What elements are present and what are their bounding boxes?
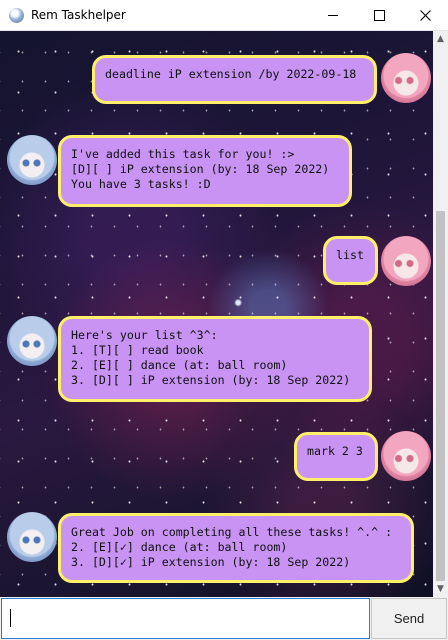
scroll-up-icon[interactable]: ▲ xyxy=(433,31,448,47)
bot-message: Great Job on completing all these tasks!… xyxy=(58,513,414,583)
maximize-button[interactable] xyxy=(356,0,402,31)
vertical-scrollbar[interactable]: ▲ ▼ xyxy=(433,31,448,597)
minimize-button[interactable] xyxy=(310,0,356,31)
scroll-thumb[interactable] xyxy=(436,211,445,581)
bot-message: Here's your list ^3^: 1. [T][ ] read boo… xyxy=(58,316,372,402)
user-message: list xyxy=(323,236,378,285)
user-avatar xyxy=(381,431,431,481)
close-button[interactable] xyxy=(402,0,448,31)
send-button[interactable]: Send xyxy=(371,598,447,639)
bot-avatar xyxy=(7,512,57,562)
input-area: Send xyxy=(0,597,448,640)
message-input[interactable] xyxy=(1,598,370,639)
text-caret xyxy=(10,609,11,627)
close-icon xyxy=(419,10,431,21)
scroll-down-icon[interactable]: ▼ xyxy=(433,581,448,597)
app-icon xyxy=(9,8,24,23)
user-avatar xyxy=(381,236,431,286)
bot-avatar xyxy=(7,316,57,366)
user-avatar xyxy=(381,53,431,103)
title-bar: Rem Taskhelper xyxy=(0,0,448,31)
window-title: Rem Taskhelper xyxy=(31,8,126,22)
user-message: deadline iP extension /by 2022-09-18 xyxy=(92,55,377,104)
bot-message: I've added this task for you! :> [D][ ] … xyxy=(58,135,352,207)
bot-avatar xyxy=(7,135,57,185)
user-message: mark 2 3 xyxy=(294,432,378,481)
chat-area[interactable]: deadline iP extension /by 2022-09-18 I'v… xyxy=(0,31,433,597)
minimize-icon xyxy=(328,15,338,16)
maximize-icon xyxy=(373,10,385,21)
